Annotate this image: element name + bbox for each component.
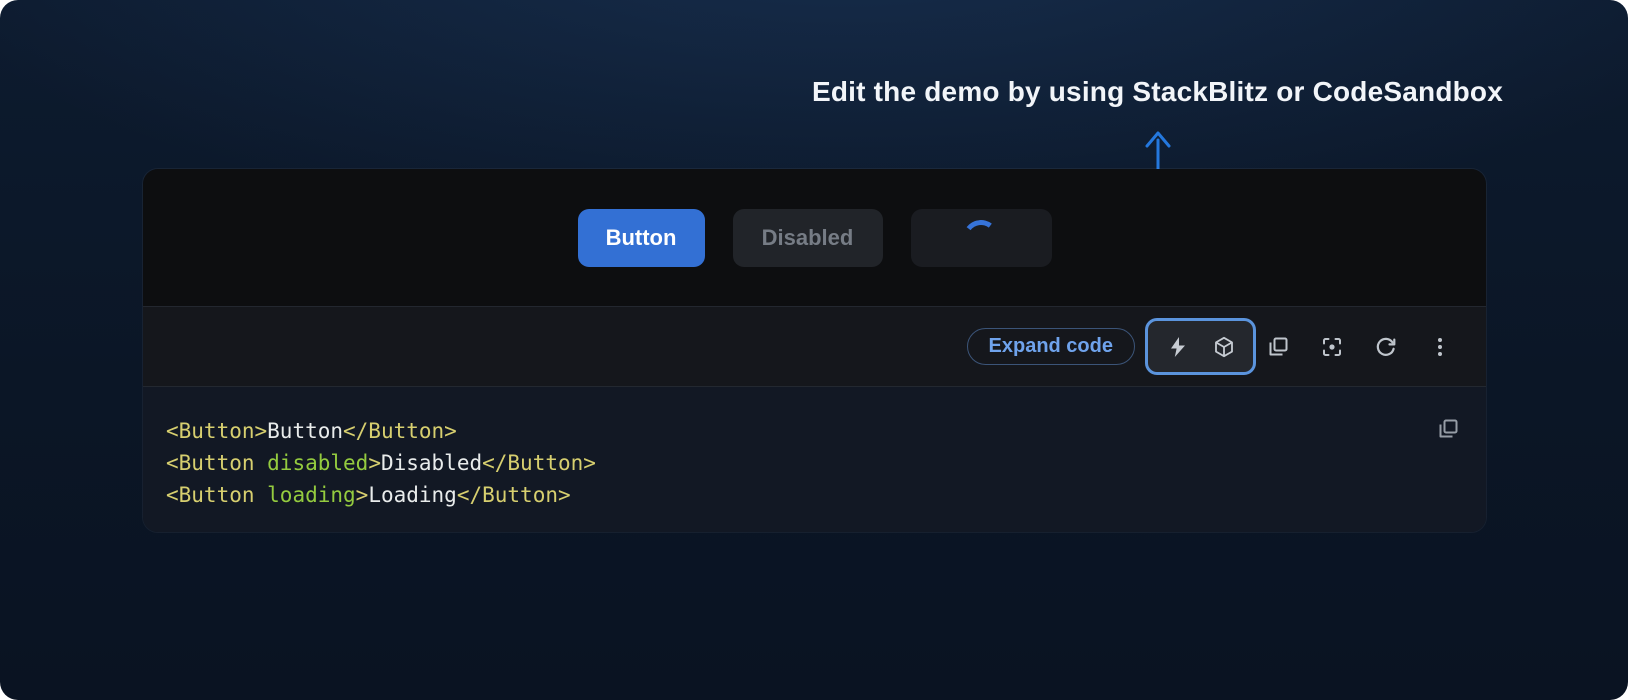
- sandbox-highlight-group: [1145, 318, 1256, 375]
- code-block: <Button>Button</Button> <Button disabled…: [143, 387, 1486, 532]
- code-line: <Button disabled>Disabled</Button>: [166, 447, 1416, 479]
- refresh-icon[interactable]: [1374, 335, 1398, 359]
- stackblitz-bolt-icon[interactable]: [1166, 335, 1190, 359]
- loading-spinner-icon: [961, 217, 1002, 258]
- demo-toolbar: Expand code: [143, 306, 1486, 387]
- kebab-menu-icon[interactable]: [1428, 335, 1452, 359]
- demo-preview: Button Disabled: [143, 169, 1486, 306]
- copy-icon[interactable]: [1266, 335, 1290, 359]
- demo-card: Button Disabled Expand code: [142, 168, 1487, 533]
- expand-code-button[interactable]: Expand code: [967, 328, 1135, 365]
- page-background: Edit the demo by using StackBlitz or Cod…: [0, 0, 1628, 700]
- code-line: <Button loading>Loading</Button>: [166, 479, 1416, 511]
- copy-code-icon[interactable]: [1436, 417, 1460, 441]
- loading-button[interactable]: [911, 209, 1052, 267]
- annotation-text: Edit the demo by using StackBlitz or Cod…: [812, 76, 1503, 108]
- codesandbox-cube-icon[interactable]: [1212, 335, 1236, 359]
- primary-button[interactable]: Button: [578, 209, 705, 267]
- focus-scan-icon[interactable]: [1320, 335, 1344, 359]
- code-line: <Button>Button</Button>: [166, 415, 1416, 447]
- disabled-button[interactable]: Disabled: [733, 209, 883, 267]
